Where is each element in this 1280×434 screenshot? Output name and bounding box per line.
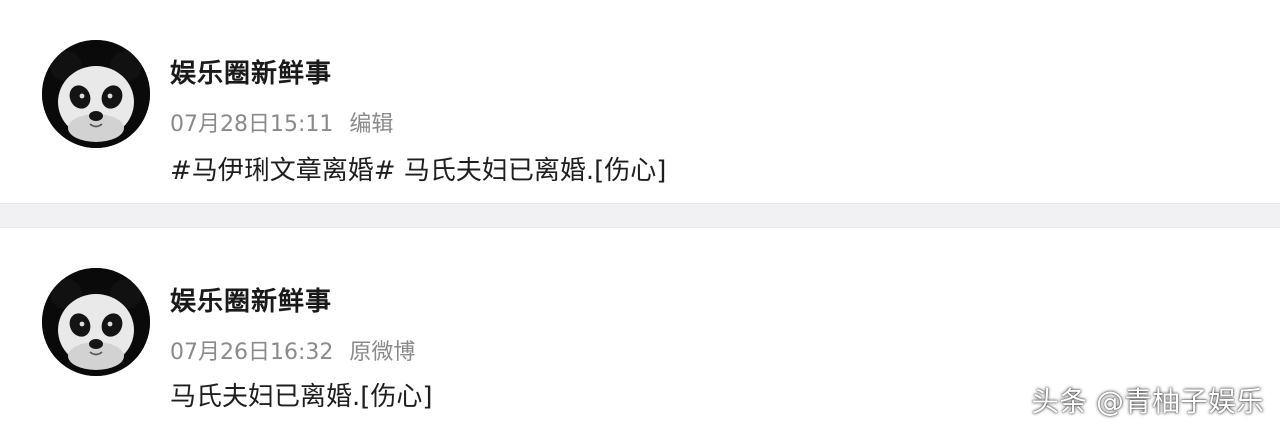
original-post-link[interactable]: 原微博 (349, 340, 415, 365)
author-name[interactable]: 娱乐圈新鲜事 (170, 53, 332, 90)
post-time[interactable]: 07月28日15:11 (170, 112, 333, 137)
edit-link[interactable]: 编辑 (349, 112, 393, 137)
panda-icon (42, 40, 150, 148)
post-content: 马氏夫妇已离婚.[伤心] (170, 382, 433, 412)
post-meta: 07月28日15:11 编辑 (170, 106, 393, 138)
panda-icon (42, 268, 150, 376)
avatar[interactable] (42, 268, 150, 376)
post-time[interactable]: 07月26日16:32 (170, 340, 333, 365)
avatar[interactable] (42, 40, 150, 148)
watermark: 头条 @青柚子娱乐 (1031, 385, 1264, 418)
post-meta: 07月26日16:32 原微博 (170, 334, 415, 366)
author-name[interactable]: 娱乐圈新鲜事 (170, 281, 332, 318)
post-content: #马伊琍文章离婚# 马氏夫妇已离婚.[伤心] (170, 156, 667, 186)
post-card: 娱乐圈新鲜事 07月28日15:11 编辑 #马伊琍文章离婚# 马氏夫妇已离婚.[… (0, 0, 1280, 203)
divider (0, 203, 1280, 228)
